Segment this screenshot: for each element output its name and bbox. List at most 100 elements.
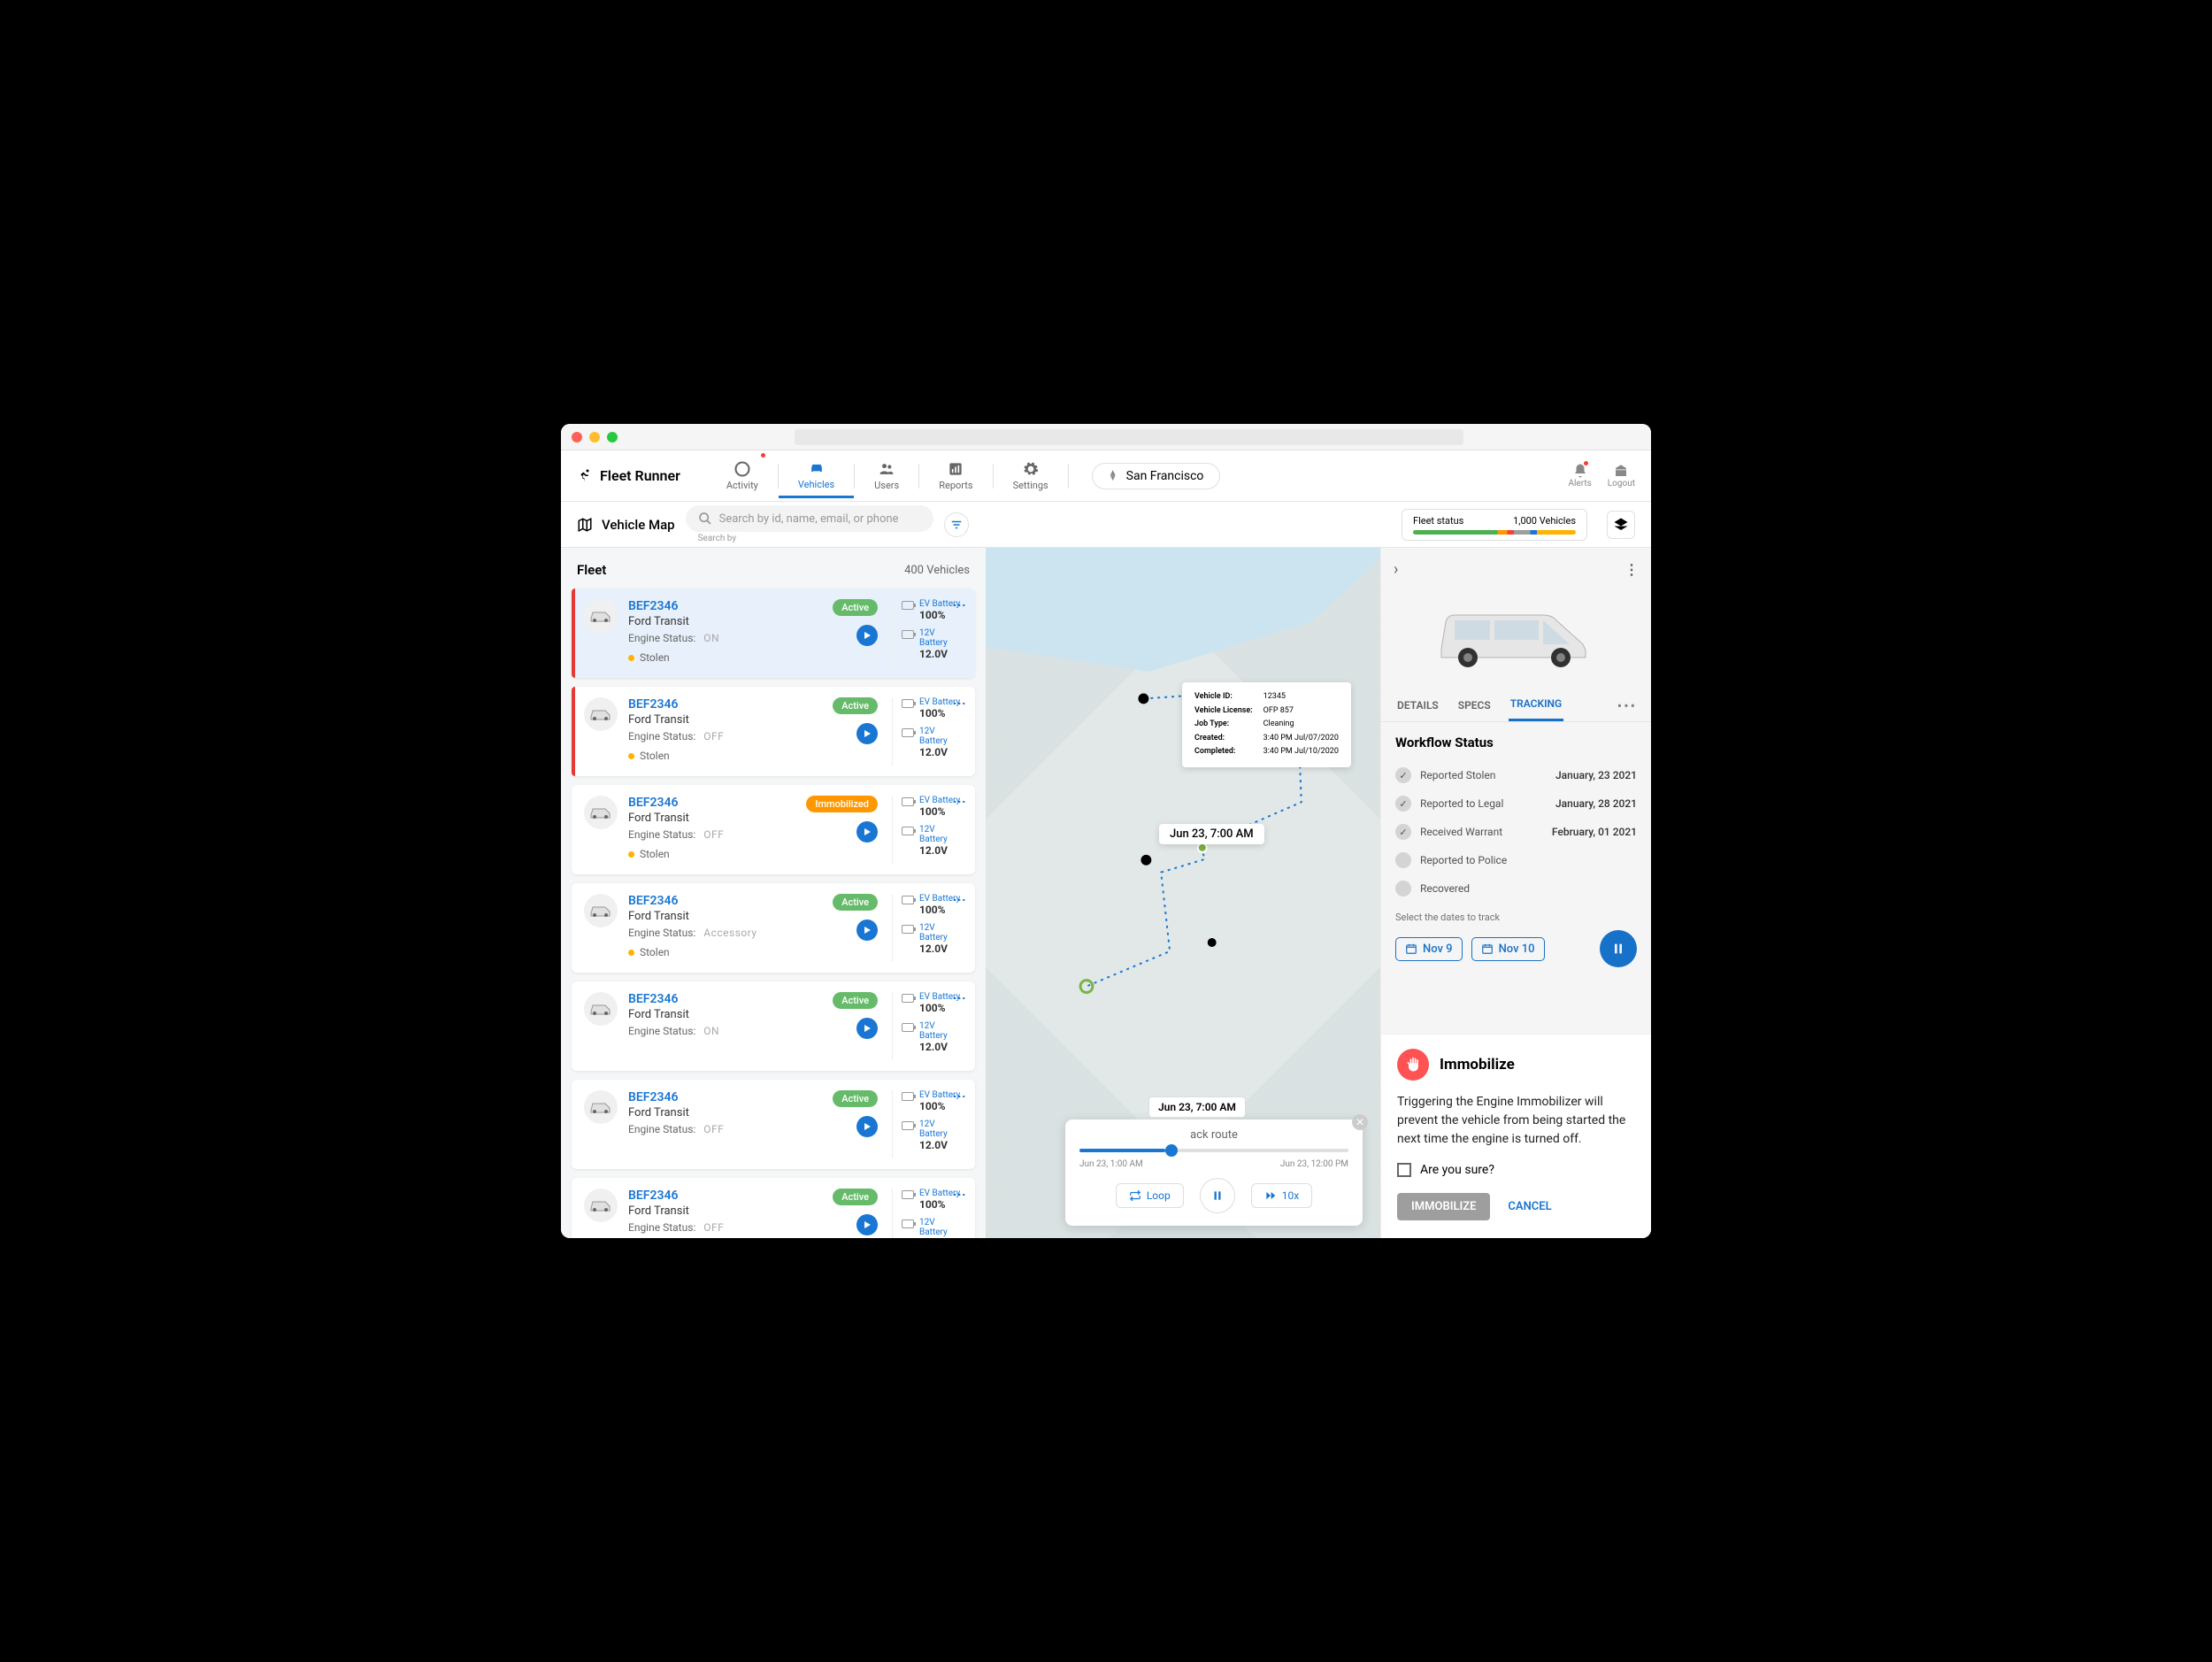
close-window-icon[interactable]	[572, 432, 582, 442]
workflow-row: Reported StolenJanuary, 23 2021	[1395, 761, 1637, 789]
vehicle-id: BEF2346	[628, 697, 822, 712]
nav-vehicles[interactable]: Vehicles	[779, 454, 854, 498]
immobilize-cancel-button[interactable]: CANCEL	[1508, 1200, 1551, 1213]
check-icon	[1395, 852, 1411, 868]
card-more-button[interactable]: ⋮	[952, 992, 966, 1004]
route-line	[986, 548, 1380, 1162]
status-badge: Active	[833, 697, 878, 714]
back-button[interactable]: ›	[1394, 560, 1398, 579]
play-button[interactable]	[856, 919, 878, 941]
vehicle-card[interactable]: BEF2346Ford TransitEngine Status: ONStol…	[572, 589, 975, 678]
immobilize-confirm-button[interactable]: IMMOBILIZE	[1397, 1193, 1490, 1220]
browser-urlbar[interactable]	[795, 429, 1463, 445]
notification-dot-icon	[1584, 461, 1588, 466]
12v-battery: 12V Battery12.0V	[902, 628, 963, 660]
play-button[interactable]	[856, 1018, 878, 1039]
engine-status: Engine Status: OFF	[628, 730, 822, 743]
vehicle-card[interactable]: BEF2346Ford TransitEngine Status: OFFSto…	[572, 785, 975, 874]
updown-icon: ▲▼	[1109, 471, 1118, 481]
vehicle-card[interactable]: BEF2346Ford TransitEngine Status: OFFAct…	[572, 1178, 975, 1238]
vehicle-card[interactable]: BEF2346Ford TransitEngine Status: Access…	[572, 883, 975, 973]
vehicle-id: BEF2346	[628, 1189, 822, 1203]
playback-slider[interactable]	[1079, 1149, 1348, 1152]
fleet-count: 400 Vehicles	[904, 564, 970, 577]
toolbar: Vehicle Map Search by id, name, email, o…	[561, 502, 1651, 548]
12v-battery: 12V Battery12.0V	[902, 825, 963, 857]
card-more-button[interactable]: ⋮	[952, 796, 966, 807]
speed-button[interactable]: 10x	[1251, 1183, 1312, 1208]
search-input[interactable]: Search by id, name, email, or phone	[686, 505, 933, 532]
play-button[interactable]	[856, 1116, 878, 1137]
map-tooltip: Vehicle ID:12345 Vehicle License:OFP 857…	[1182, 682, 1351, 767]
loop-button[interactable]: Loop	[1116, 1183, 1184, 1208]
pause-fab[interactable]	[1600, 930, 1637, 967]
minimize-window-icon[interactable]	[589, 432, 600, 442]
fleet-title: Fleet	[577, 562, 606, 578]
12v-battery: 12V Battery12.0V	[902, 1021, 963, 1053]
workflow-row: Recovered	[1395, 874, 1637, 903]
checkbox-icon[interactable]	[1397, 1163, 1411, 1177]
vehicle-model: Ford Transit	[628, 713, 822, 727]
logout-button[interactable]: Logout	[1608, 463, 1635, 489]
vehicle-card[interactable]: BEF2346Ford TransitEngine Status: OFFSto…	[572, 687, 975, 776]
play-button[interactable]	[856, 1214, 878, 1235]
brand[interactable]: Fleet Runner	[577, 467, 680, 484]
nav-tabs: Activity Vehicles Users Reports Settings	[707, 454, 1069, 498]
vehicle-id: BEF2346	[628, 894, 822, 908]
check-icon	[1395, 796, 1411, 812]
nav-users[interactable]: Users	[855, 455, 918, 496]
check-icon	[1395, 824, 1411, 840]
fleet-status-widget[interactable]: Fleet status 1,000 Vehicles	[1402, 509, 1587, 541]
alerts-button[interactable]: Alerts	[1568, 463, 1591, 489]
nav-activity[interactable]: Activity	[707, 455, 778, 496]
vehicle-thumb-icon	[584, 1189, 618, 1222]
layers-icon	[1613, 517, 1629, 533]
vehicle-card[interactable]: BEF2346Ford TransitEngine Status: OFFAct…	[572, 1080, 975, 1169]
check-icon	[1395, 767, 1411, 783]
vehicle-card[interactable]: BEF2346Ford TransitEngine Status: ONActi…	[572, 981, 975, 1071]
maximize-window-icon[interactable]	[607, 432, 618, 442]
tab-specs[interactable]: SPECS	[1456, 692, 1493, 720]
card-more-button[interactable]: ⋮	[952, 599, 966, 611]
nav-reports[interactable]: Reports	[919, 455, 992, 496]
tab-details[interactable]: DETAILS	[1395, 692, 1440, 720]
check-icon	[1395, 881, 1411, 896]
pause-button[interactable]	[1200, 1178, 1235, 1213]
page-title: Vehicle Map	[577, 517, 675, 533]
filter-button[interactable]	[944, 512, 969, 537]
vehicle-id: BEF2346	[628, 796, 795, 810]
status-badge: Active	[833, 1189, 878, 1205]
vehicle-id: BEF2346	[628, 992, 822, 1006]
play-button[interactable]	[856, 723, 878, 744]
layers-button[interactable]	[1607, 511, 1635, 539]
play-button[interactable]	[856, 625, 878, 646]
nav-settings[interactable]: Settings	[994, 455, 1068, 496]
more-button[interactable]: ⋮	[1624, 561, 1639, 578]
calendar-icon	[1481, 943, 1494, 955]
alert-bar	[572, 687, 575, 776]
map[interactable]: Vehicle ID:12345 Vehicle License:OFP 857…	[986, 548, 1380, 1238]
immobilize-card: Immobilize Triggering the Engine Immobil…	[1381, 1034, 1651, 1238]
hand-stop-icon	[1397, 1049, 1429, 1081]
card-more-button[interactable]: ⋮	[952, 894, 966, 905]
workflow-title: Workflow Status	[1395, 735, 1637, 750]
close-playback-button[interactable]: ✕	[1352, 1114, 1368, 1130]
activity-icon	[733, 460, 751, 478]
vehicle-thumb-icon	[584, 599, 618, 633]
date-to-chip[interactable]: Nov 10	[1471, 937, 1545, 961]
engine-status: Engine Status: OFF	[628, 828, 795, 841]
confirm-checkbox-row[interactable]: Are you sure?	[1397, 1163, 1635, 1177]
tab-tracking[interactable]: TRACKING	[1509, 690, 1564, 721]
card-more-button[interactable]: ⋮	[952, 1090, 966, 1102]
detail-panel: › ⋮ DETAILS SPECS TRACKING ••• Workflow …	[1380, 548, 1651, 1238]
vehicle-thumb-icon	[584, 697, 618, 731]
location-select[interactable]: ▲▼ San Francisco	[1092, 463, 1221, 489]
tabs-more-button[interactable]: •••	[1617, 697, 1637, 714]
card-more-button[interactable]: ⋮	[952, 1189, 966, 1200]
card-more-button[interactable]: ⋮	[952, 697, 966, 709]
stolen-badge: Stolen	[628, 946, 822, 958]
date-from-chip[interactable]: Nov 9	[1395, 937, 1463, 961]
workflow-row: Reported to LegalJanuary, 28 2021	[1395, 789, 1637, 818]
calendar-icon	[1405, 943, 1417, 955]
play-button[interactable]	[856, 821, 878, 843]
